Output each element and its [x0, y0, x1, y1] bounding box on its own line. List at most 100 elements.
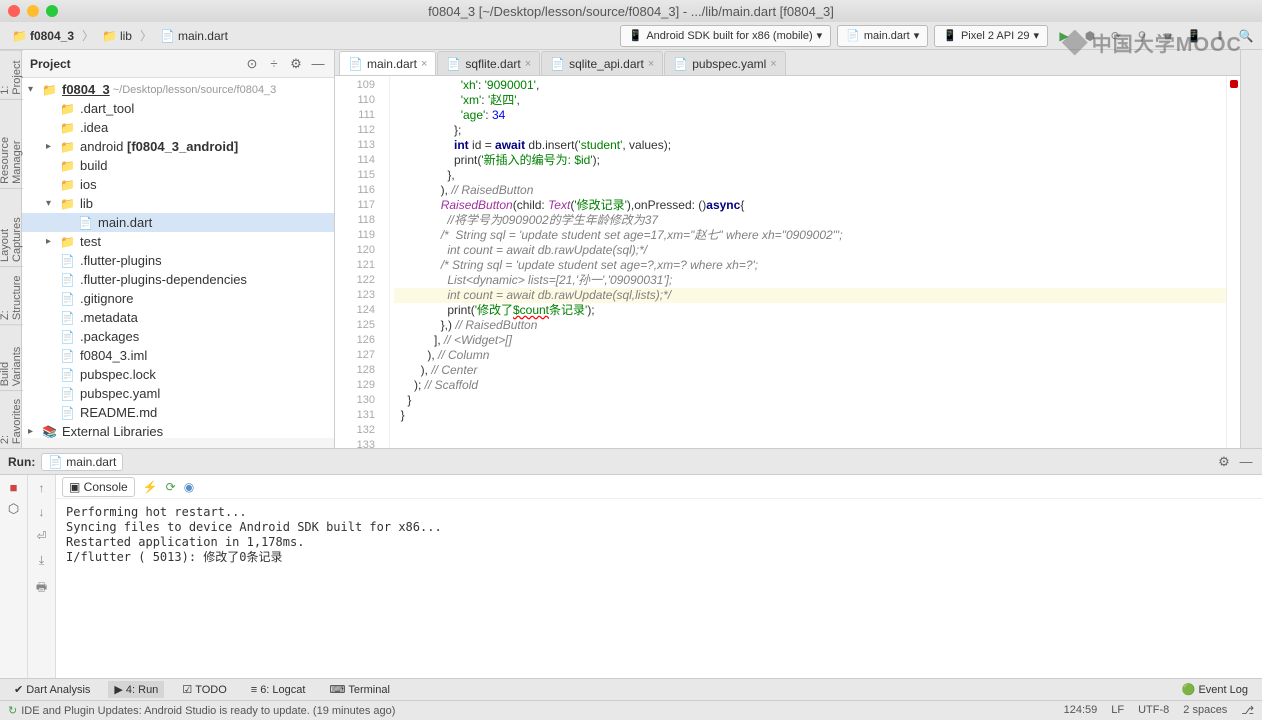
- sidebar-select-opened-icon[interactable]: ⊙: [244, 56, 260, 72]
- avd-selector[interactable]: 📱 Pixel 2 API 29 ▾: [934, 25, 1048, 47]
- line-number-gutter: 1091101111121131141151161171181191201211…: [335, 76, 390, 448]
- run-panel: Run: 📄 main.dart ⚙ — ■ ⬡ ↑ ↓ ⏎ ⤓ 🖶 ▣ Con…: [0, 448, 1262, 678]
- project-tree[interactable]: ▾📁f0804_3~/Desktop/lesson/source/f0804_3…: [22, 78, 334, 438]
- hot-reload-button[interactable]: ⟳: [1106, 26, 1126, 46]
- rail-project[interactable]: 1: Project: [0, 50, 23, 99]
- tree-external-libraries[interactable]: ▸📚External Libraries: [22, 422, 334, 438]
- open-devtools-icon[interactable]: ◉: [184, 480, 194, 494]
- git-branch-icon[interactable]: ⎇: [1241, 704, 1254, 717]
- rail-resource-manager[interactable]: Resource Manager: [0, 99, 23, 188]
- code-editor[interactable]: 'xh': '9090001', 'xm': '赵四', 'age': 34 }…: [390, 76, 1226, 448]
- project-sidebar: Project ⊙ ÷ ⚙ — ▾📁f0804_3~/Desktop/lesso…: [22, 50, 335, 448]
- device-selector[interactable]: 📱 Android SDK built for x86 (mobile) ▾: [620, 25, 832, 47]
- bottom-tab-run[interactable]: ▶ 4: Run: [108, 681, 164, 698]
- avd-manager-button[interactable]: 📱: [1184, 26, 1204, 46]
- run-action-rail: ■ ⬡: [0, 475, 28, 678]
- sidebar-settings-icon[interactable]: ⚙: [288, 56, 304, 72]
- event-log-button[interactable]: 🟢 Event Log: [1176, 681, 1254, 698]
- scroll-end-icon[interactable]: ⤓: [39, 553, 44, 568]
- attach-button[interactable]: ⚲: [1132, 26, 1152, 46]
- tree-item[interactable]: 📁ios: [22, 175, 334, 194]
- tree-item[interactable]: 📄.flutter-plugins-dependencies: [22, 270, 334, 289]
- close-tab-icon[interactable]: ×: [525, 58, 531, 70]
- console-output[interactable]: Performing hot restart... Syncing files …: [56, 499, 1262, 678]
- file-encoding[interactable]: UTF-8: [1138, 704, 1169, 717]
- print-icon[interactable]: 🖶: [36, 578, 47, 599]
- stop-button[interactable]: ■: [1158, 26, 1178, 46]
- bottom-tab-todo[interactable]: ☑ TODO: [176, 681, 232, 698]
- tree-item[interactable]: 📄.packages: [22, 327, 334, 346]
- tree-item[interactable]: 📁build: [22, 156, 334, 175]
- sidebar-hide-icon[interactable]: —: [310, 56, 326, 72]
- tree-root[interactable]: ▾📁f0804_3~/Desktop/lesson/source/f0804_3: [22, 80, 334, 99]
- rail-favorites[interactable]: 2: Favorites: [0, 390, 23, 448]
- close-tab-icon[interactable]: ×: [648, 58, 654, 70]
- cursor-position[interactable]: 124:59: [1064, 704, 1098, 717]
- tree-item[interactable]: 📄.flutter-plugins: [22, 251, 334, 270]
- soft-wrap-icon[interactable]: ⏎: [36, 529, 46, 543]
- editor-tab[interactable]: 📄sqflite.dart×: [437, 51, 540, 75]
- console-action-rail: ↑ ↓ ⏎ ⤓ 🖶: [28, 475, 56, 678]
- bottom-tab-logcat[interactable]: ≡ 6: Logcat: [245, 682, 312, 698]
- tree-item[interactable]: 📄pubspec.yaml: [22, 384, 334, 403]
- hot-restart-icon[interactable]: ⟳: [166, 480, 176, 494]
- rerun-icon[interactable]: ■: [6, 479, 22, 495]
- intention-bulb-icon[interactable]: 💡: [390, 288, 392, 303]
- run-button[interactable]: ▶: [1054, 26, 1074, 46]
- error-marker[interactable]: [1230, 80, 1238, 88]
- tree-item[interactable]: 📄f0804_3.iml: [22, 346, 334, 365]
- run-config-selector[interactable]: 📄 main.dart ▾: [837, 25, 928, 47]
- error-stripe[interactable]: [1226, 76, 1240, 448]
- run-settings-icon[interactable]: ⚙: [1216, 454, 1232, 470]
- search-button[interactable]: 🔍: [1236, 26, 1256, 46]
- rail-layout-captures[interactable]: Layout Captures: [0, 188, 23, 266]
- run-hide-icon[interactable]: —: [1238, 454, 1254, 470]
- sidebar-hscroll[interactable]: [22, 438, 334, 448]
- tree-item[interactable]: ▾📁lib: [22, 194, 334, 213]
- title-bar: f0804_3 [~/Desktop/lesson/source/f0804_3…: [0, 0, 1262, 22]
- left-tool-rail: 1: Project Resource Manager Layout Captu…: [0, 50, 22, 448]
- rail-build-variants[interactable]: Build Variants: [0, 324, 23, 390]
- editor-tabs: 📄main.dart×📄sqflite.dart×📄sqlite_api.dar…: [335, 50, 1240, 76]
- sdk-manager-button[interactable]: ⬇: [1210, 26, 1230, 46]
- console-tab[interactable]: ▣ Console: [62, 477, 135, 497]
- update-indicator-icon[interactable]: ↻: [8, 704, 17, 717]
- hot-reload-icon[interactable]: ⚡: [143, 480, 158, 494]
- toolbar: 📁 f0804_3 〉 📁 lib 〉 📄 main.dart 📱 Androi…: [0, 22, 1262, 50]
- status-bar: ↻ IDE and Plugin Updates: Android Studio…: [0, 700, 1262, 720]
- tree-item[interactable]: 📄pubspec.lock: [22, 365, 334, 384]
- debug-button[interactable]: ⬢: [1080, 26, 1100, 46]
- indent-info[interactable]: 2 spaces: [1183, 704, 1227, 717]
- close-tab-icon[interactable]: ×: [770, 58, 776, 70]
- tree-item[interactable]: ▸📁android [f0804_3_android]: [22, 137, 334, 156]
- run-config-label[interactable]: 📄 main.dart: [41, 453, 123, 471]
- line-ending[interactable]: LF: [1111, 704, 1124, 717]
- sidebar-collapse-icon[interactable]: ÷: [266, 56, 282, 72]
- right-tool-rail: [1240, 50, 1262, 448]
- up-icon[interactable]: ↑: [39, 481, 45, 495]
- bottom-tab-dart-analysis[interactable]: ✔ Dart Analysis: [8, 681, 96, 698]
- sidebar-title: Project: [30, 57, 238, 71]
- tree-item[interactable]: 📄main.dart: [22, 213, 334, 232]
- close-tab-icon[interactable]: ×: [421, 58, 427, 70]
- editor-tab[interactable]: 📄pubspec.yaml×: [664, 51, 785, 75]
- breadcrumb: 📁 f0804_3 〉 📁 lib 〉 📄 main.dart: [6, 27, 234, 45]
- breadcrumb-folder[interactable]: 📁 lib: [96, 27, 138, 45]
- attach-debugger-icon[interactable]: ⬡: [6, 501, 22, 517]
- tree-item[interactable]: 📁.dart_tool: [22, 99, 334, 118]
- rail-structure[interactable]: Z: Structure: [0, 266, 23, 324]
- breadcrumb-project[interactable]: 📁 f0804_3: [6, 27, 80, 45]
- tree-item[interactable]: 📄.metadata: [22, 308, 334, 327]
- tree-item[interactable]: 📄README.md: [22, 403, 334, 422]
- run-panel-title: Run:: [8, 455, 35, 469]
- tree-item[interactable]: 📁.idea: [22, 118, 334, 137]
- tree-item[interactable]: ▸📁test: [22, 232, 334, 251]
- tree-item[interactable]: 📄.gitignore: [22, 289, 334, 308]
- down-icon[interactable]: ↓: [39, 505, 45, 519]
- editor-tab[interactable]: 📄main.dart×: [339, 51, 436, 75]
- editor-tab[interactable]: 📄sqlite_api.dart×: [541, 51, 663, 75]
- bottom-tab-terminal[interactable]: ⌨ Terminal: [323, 681, 395, 698]
- bottom-tool-bar: ✔ Dart Analysis ▶ 4: Run ☑ TODO ≡ 6: Log…: [0, 678, 1262, 700]
- breadcrumb-file[interactable]: 📄 main.dart: [154, 27, 234, 45]
- window-title: f0804_3 [~/Desktop/lesson/source/f0804_3…: [0, 4, 1262, 19]
